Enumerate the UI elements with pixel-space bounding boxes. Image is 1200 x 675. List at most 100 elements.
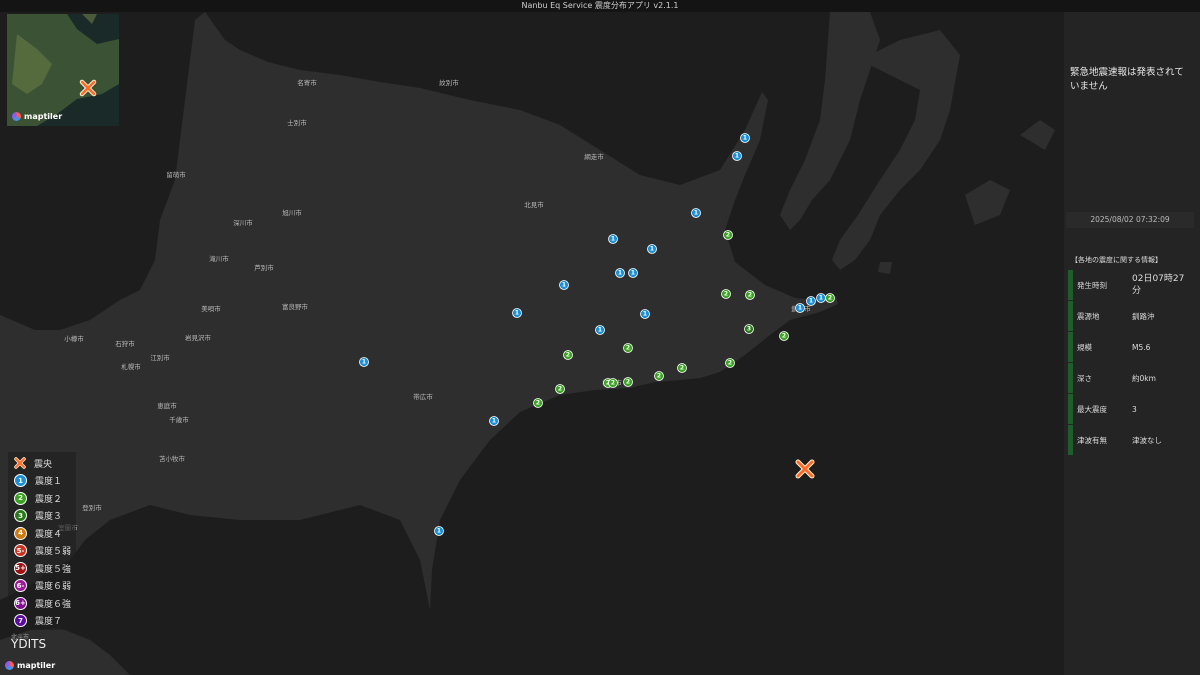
station-intensity-marker[interactable]: 3 (744, 324, 754, 334)
station-intensity-label: 1 (735, 153, 739, 160)
city-label: 深川市 (233, 218, 253, 227)
intensity-legend: 震央 1 震度１ 2 震度２ 3 震度３ 4 震度４ 5- 震度５弱 5+ 震度５強 6- 震度６弱 6+ 震度… (8, 452, 76, 630)
station-intensity-label: 2 (626, 345, 630, 352)
brand-label: YDITS (11, 637, 47, 651)
maptiler-attribution[interactable]: maptiler (5, 661, 55, 670)
city-label: 石狩市 (115, 339, 135, 348)
info-label: 震源地 (1077, 311, 1100, 321)
station-intensity-marker[interactable]: 1 (559, 280, 569, 290)
station-intensity-marker[interactable]: 2 (608, 378, 618, 388)
intensity-badge-icon: 5- (14, 544, 27, 557)
station-intensity-label: 1 (618, 270, 622, 277)
maptiler-logo-icon (12, 112, 21, 121)
minimap-maptiler-attribution[interactable]: maptiler (12, 112, 62, 121)
legend-item: 震央 (14, 455, 52, 471)
city-label: 紋別市 (439, 78, 459, 87)
station-intensity-marker[interactable]: 2 (623, 377, 633, 387)
legend-label: 震度６強 (35, 599, 72, 610)
city-label: 士別市 (287, 118, 307, 127)
station-intensity-marker[interactable]: 1 (615, 268, 625, 278)
intensity-badge-icon: 7 (14, 614, 27, 627)
info-label: 発生時刻 (1077, 280, 1107, 290)
info-row-depth: 深さ 約0km (1068, 363, 1194, 393)
station-intensity-label: 2 (726, 232, 730, 239)
station-intensity-marker[interactable]: 2 (654, 371, 664, 381)
station-intensity-marker[interactable]: 1 (795, 303, 805, 313)
station-intensity-marker[interactable]: 2 (723, 230, 733, 240)
station-intensity-marker[interactable]: 1 (806, 296, 816, 306)
station-intensity-marker[interactable]: 1 (691, 208, 701, 218)
city-label: 帯広市 (413, 392, 433, 401)
maptiler-logo-icon (5, 661, 14, 670)
station-intensity-label: 2 (536, 400, 540, 407)
eew-status: 緊急地震速報は発表されていません (1070, 67, 1184, 92)
city-label: 苫小牧市 (159, 454, 186, 463)
station-intensity-label: 1 (362, 359, 366, 366)
station-intensity-label: 2 (657, 373, 661, 380)
info-value: 釧路沖 (1132, 311, 1155, 321)
station-intensity-label: 1 (743, 135, 747, 142)
station-intensity-marker[interactable]: 2 (555, 384, 565, 394)
intensity-badge-icon: 3 (14, 509, 27, 522)
station-intensity-marker[interactable]: 2 (745, 290, 755, 300)
info-title: 【各地の震度に関する情報】 (1071, 256, 1162, 264)
station-intensity-label: 2 (728, 360, 732, 367)
info-value: 約0km (1132, 373, 1156, 383)
station-intensity-label: 1 (819, 295, 823, 302)
station-intensity-label: 1 (611, 236, 615, 243)
epicenter-icon (14, 457, 26, 469)
legend-item: 1 震度１ (14, 473, 62, 489)
station-intensity-marker[interactable]: 1 (816, 293, 826, 303)
station-intensity-marker[interactable]: 1 (608, 234, 618, 244)
station-intensity-marker[interactable]: 1 (359, 357, 369, 367)
city-label: 登別市 (82, 503, 102, 512)
legend-label: 震度５弱 (35, 547, 72, 557)
station-intensity-label: 2 (724, 291, 728, 298)
map-canvas[interactable]: 名寄市 紋別市士別市網走市留萌市北見市深川市 旭川市滝川市芦別市美唄市 富良野市小樽市… (0, 12, 1064, 675)
station-intensity-marker[interactable]: 1 (512, 308, 522, 318)
overview-minimap[interactable]: maptiler (7, 14, 119, 126)
station-intensity-marker[interactable]: 1 (595, 325, 605, 335)
station-intensity-label: 1 (650, 246, 654, 253)
station-intensity-label: 2 (626, 379, 630, 386)
current-datetime: 2025/08/02 07:32:09 (1066, 212, 1194, 228)
city-label: 江別市 (150, 353, 170, 362)
city-label: 滝川市 (209, 254, 229, 263)
info-row-magnitude: 規模 M5.6 (1068, 332, 1194, 362)
station-intensity-marker[interactable]: 1 (489, 416, 499, 426)
station-intensity-marker[interactable]: 1 (628, 268, 638, 278)
station-intensity-label: 2 (680, 365, 684, 372)
station-intensity-marker[interactable]: 2 (533, 398, 543, 408)
station-intensity-marker[interactable]: 2 (779, 331, 789, 341)
info-value: 02日07時27分 (1132, 274, 1185, 296)
station-intensity-label: 1 (437, 528, 441, 535)
station-intensity-marker[interactable]: 2 (563, 350, 573, 360)
station-intensity-label: 1 (643, 311, 647, 318)
station-intensity-marker[interactable]: 2 (725, 358, 735, 368)
station-intensity-marker[interactable]: 2 (677, 363, 687, 373)
station-intensity-label: 2 (558, 386, 562, 393)
station-intensity-marker[interactable]: 1 (732, 151, 742, 161)
station-intensity-label: 2 (611, 380, 615, 387)
station-intensity-marker[interactable]: 2 (825, 293, 835, 303)
station-intensity-marker[interactable]: 2 (623, 343, 633, 353)
station-intensity-label: 1 (798, 305, 802, 312)
legend-label: 震央 (34, 459, 53, 470)
city-label: 北見市 (524, 200, 544, 209)
legend-label: 震度７ (35, 617, 63, 627)
legend-item: 7 震度７ (14, 613, 62, 629)
legend-label: 震度３ (35, 512, 63, 522)
info-row-tsunami: 津波有無 津波なし (1068, 425, 1194, 455)
station-intensity-marker[interactable]: 1 (647, 244, 657, 254)
station-intensity-marker[interactable]: 2 (721, 289, 731, 299)
station-intensity-marker[interactable]: 1 (434, 526, 444, 536)
info-label: 津波有無 (1077, 435, 1107, 445)
city-label: 名寄市 (297, 78, 317, 87)
station-intensity-label: 2 (828, 295, 832, 302)
legend-item: 6+ 震度６強 (14, 595, 71, 611)
station-intensity-marker[interactable]: 1 (640, 309, 650, 319)
city-label: 岩見沢市 (185, 333, 212, 342)
station-intensity-marker[interactable]: 1 (740, 133, 750, 143)
info-value: 3 (1132, 404, 1137, 414)
kuril-island (878, 262, 892, 274)
